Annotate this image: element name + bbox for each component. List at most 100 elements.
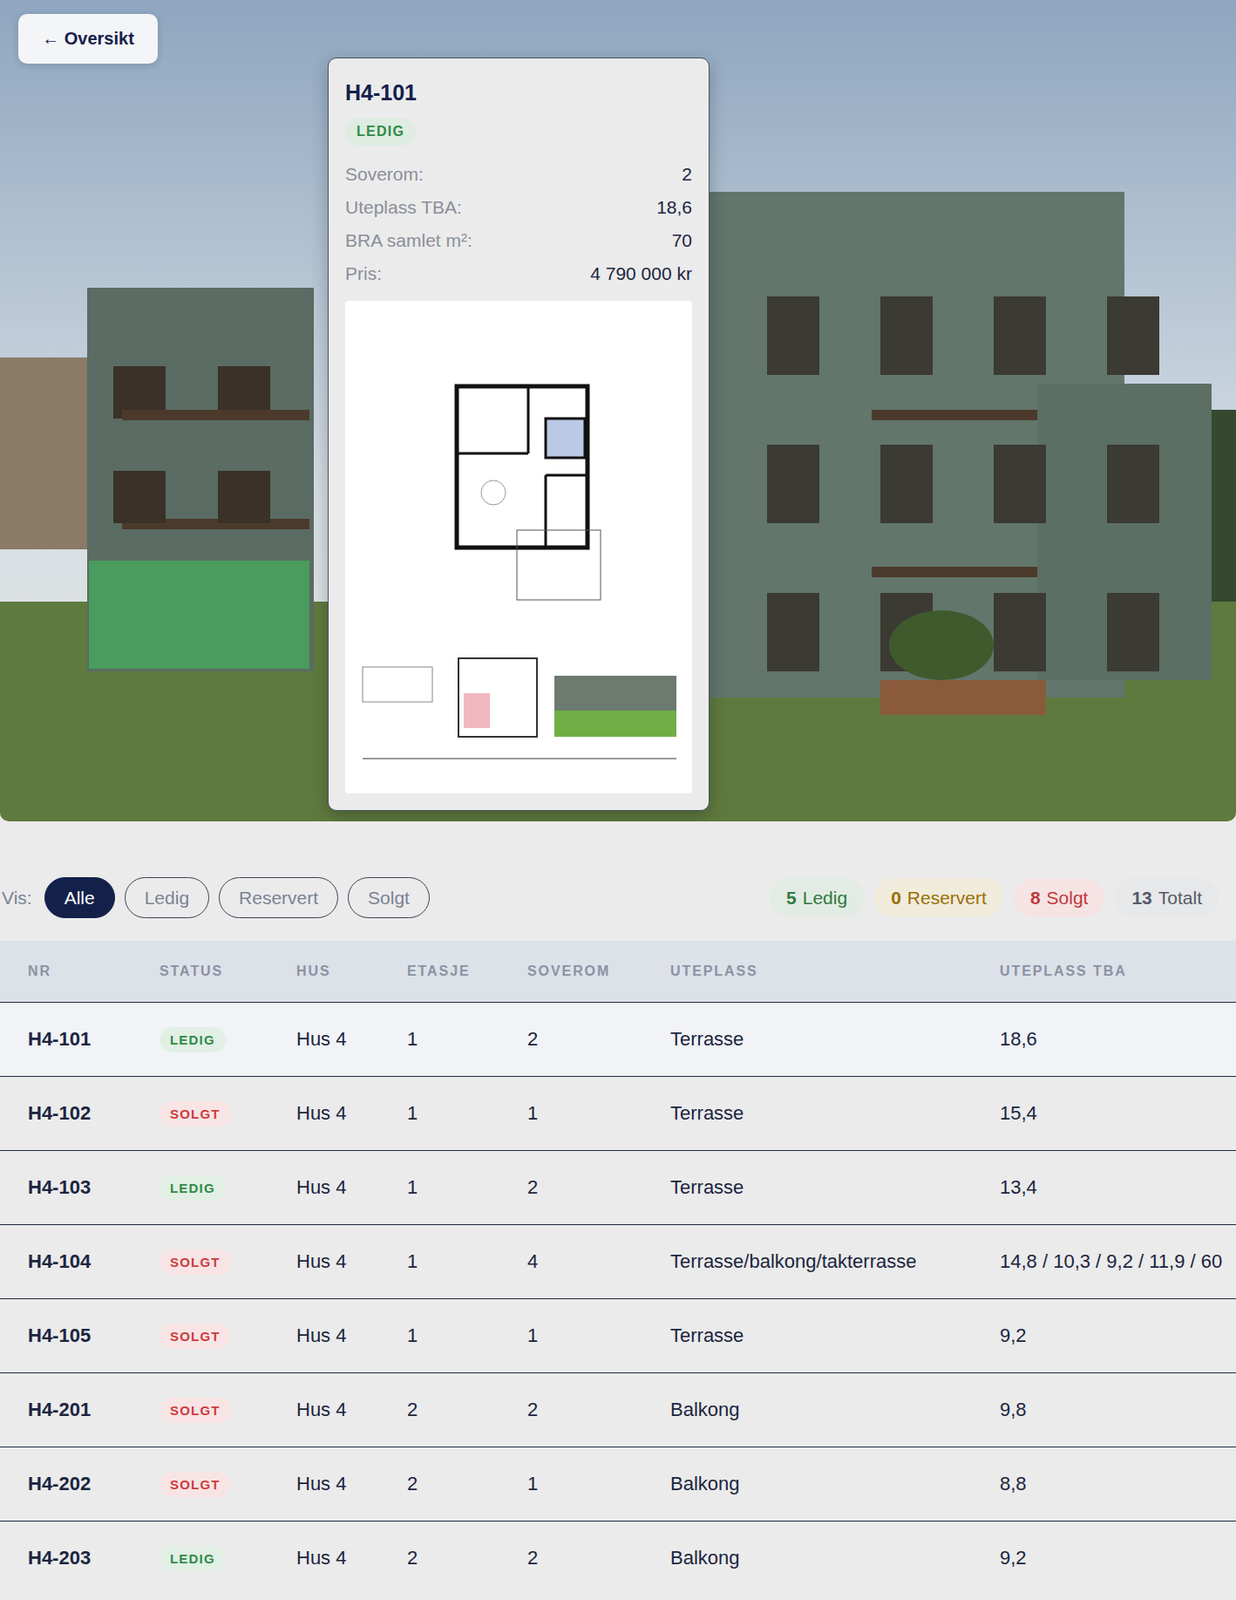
cell-hus: Hus 4 (296, 1175, 408, 1199)
floor-plan-drawing (345, 300, 693, 794)
filter-button[interactable]: Alle (44, 876, 116, 918)
count-chip: 8 Solgt (1013, 877, 1106, 917)
cell-hus: Hus 4 (296, 1472, 408, 1495)
cell-uteplass-tba: 9,2 (999, 1546, 1236, 1569)
table-row[interactable]: H4-103 LEDIG Hus 4 1 2 Terrasse 13,4 (0, 1149, 1236, 1224)
field-value: 70 (672, 230, 693, 252)
count-chip: 0 Reservert (874, 877, 1004, 917)
filter-button[interactable]: Solgt (347, 876, 430, 918)
cell-uteplass-tba: 15,4 (999, 1101, 1236, 1125)
unit-highlight[interactable] (88, 560, 310, 669)
cell-hus: Hus 4 (296, 1398, 408, 1421)
cell-uteplass-tba: 14,8 / 10,3 / 9,2 / 11,9 / 60 (999, 1249, 1236, 1273)
cell-status: LEDIG (159, 1174, 297, 1201)
cell-status: SOLGT (159, 1471, 297, 1497)
cell-etasje: 2 (407, 1472, 528, 1495)
table-row[interactable]: H4-105 SOLGT Hus 4 1 1 Terrasse 9,2 (0, 1297, 1236, 1372)
cell-nr: H4-101 (0, 1027, 160, 1051)
status-counts: 5 Ledig0 Reservert8 Solgt13 Totalt (769, 877, 1219, 917)
filter-label: Vis: (1, 887, 33, 909)
column-header[interactable]: ETASJE (407, 963, 528, 979)
column-header[interactable]: SOVEROM (527, 963, 671, 979)
cell-status: SOLGT (159, 1397, 297, 1423)
cell-uteplass-tba: 13,4 (999, 1175, 1236, 1199)
cell-hus: Hus 4 (296, 1249, 408, 1273)
cell-uteplass-tba: 8,8 (999, 1472, 1236, 1495)
field-label: Pris: (345, 263, 382, 285)
cell-status: LEDIG (159, 1545, 297, 1571)
cell-soverom: 2 (527, 1398, 671, 1421)
cell-uteplass: Balkong (670, 1398, 1000, 1421)
column-header[interactable]: UTEPLASS (670, 963, 1000, 979)
column-header[interactable]: UTEPLASS TBA (999, 963, 1236, 979)
table-row[interactable]: H4-101 LEDIG Hus 4 1 2 Terrasse 18,6 (0, 1001, 1236, 1076)
cell-etasje: 2 (407, 1398, 528, 1421)
field-label: Uteplass TBA: (345, 196, 462, 218)
count-label: Reservert (907, 887, 987, 909)
column-header[interactable]: NR (0, 963, 160, 979)
status-badge: SOLGT (159, 1249, 231, 1275)
cell-nr: H4-103 (0, 1175, 160, 1199)
table-row[interactable]: H4-104 SOLGT Hus 4 1 4 Terrasse/balkong/… (0, 1223, 1236, 1298)
cell-hus: Hus 4 (296, 1101, 408, 1125)
floor-plan (345, 300, 693, 794)
cell-uteplass: Balkong (670, 1472, 1000, 1495)
cell-uteplass: Terrasse (670, 1027, 1000, 1051)
table-row[interactable]: H4-203 LEDIG Hus 4 2 2 Balkong 9,2 (0, 1520, 1236, 1595)
status-badge: LEDIG (159, 1174, 226, 1201)
count-chip: 5 Ledig (769, 877, 864, 917)
cell-nr: H4-105 (0, 1324, 160, 1347)
filter-button[interactable]: Reservert (218, 876, 339, 918)
filter-button[interactable]: Ledig (124, 876, 210, 918)
cell-soverom: 2 (527, 1027, 671, 1051)
popup-field: BRA samlet m²: 70 (345, 224, 693, 258)
cell-nr: H4-203 (0, 1546, 160, 1569)
cell-soverom: 2 (527, 1175, 671, 1199)
hero: ← Oversikt H4-101 LEDIG Soverom: 2Utepla… (0, 0, 1236, 822)
cell-uteplass: Terrasse (670, 1101, 1000, 1125)
cell-hus: Hus 4 (296, 1546, 408, 1569)
cell-soverom: 1 (527, 1101, 671, 1125)
status-badge: SOLGT (159, 1323, 231, 1349)
cell-status: LEDIG (159, 1026, 297, 1053)
cell-soverom: 2 (527, 1546, 671, 1569)
status-badge: LEDIG (159, 1026, 226, 1053)
status-badge: LEDIG (159, 1545, 226, 1571)
column-header[interactable]: HUS (296, 963, 408, 979)
popup-field: Uteplass TBA: 18,6 (345, 190, 693, 225)
popup-fields: Soverom: 2Uteplass TBA: 18,6BRA samlet m… (345, 157, 693, 291)
filter-bar: Vis: AlleLedigReservertSolgt 5 Ledig0 Re… (0, 876, 1236, 918)
cell-soverom: 4 (527, 1249, 671, 1273)
popup-title: H4-101 (345, 80, 693, 106)
cell-soverom: 1 (527, 1324, 671, 1347)
table-row[interactable]: H4-202 SOLGT Hus 4 2 1 Balkong 8,8 (0, 1446, 1236, 1521)
back-button[interactable]: ← Oversikt (18, 13, 158, 64)
count-number: 5 (786, 887, 797, 909)
count-label: Solgt (1046, 887, 1089, 909)
field-value: 4 790 000 kr (590, 263, 693, 285)
cell-nr: H4-202 (0, 1472, 160, 1495)
table-header: NRSTATUSHUSETASJESOVEROMUTEPLASSUTEPLASS… (0, 940, 1236, 1002)
page: ← Oversikt H4-101 LEDIG Soverom: 2Utepla… (0, 0, 1236, 1600)
cell-uteplass: Terrasse (670, 1175, 1000, 1199)
table-row[interactable]: H4-102 SOLGT Hus 4 1 1 Terrasse 15,4 (0, 1075, 1236, 1150)
cell-uteplass: Terrasse (670, 1324, 1000, 1347)
unit-popup: H4-101 LEDIG Soverom: 2Uteplass TBA: 18,… (327, 57, 710, 811)
count-number: 0 (890, 887, 902, 909)
popup-field: Pris: 4 790 000 kr (345, 257, 693, 291)
cell-uteplass-tba: 9,2 (999, 1324, 1236, 1347)
cell-hus: Hus 4 (296, 1324, 408, 1347)
units-table: NRSTATUSHUSETASJESOVEROMUTEPLASSUTEPLASS… (0, 940, 1236, 1595)
table-row[interactable]: H4-201 SOLGT Hus 4 2 2 Balkong 9,8 (0, 1371, 1236, 1447)
count-number: 13 (1131, 887, 1152, 909)
cell-etasje: 1 (407, 1249, 528, 1273)
cell-uteplass: Balkong (670, 1546, 1000, 1569)
status-badge: SOLGT (159, 1397, 231, 1423)
cell-etasje: 1 (407, 1175, 528, 1199)
cell-nr: H4-104 (0, 1249, 160, 1273)
cell-uteplass-tba: 9,8 (999, 1398, 1236, 1421)
popup-field: Soverom: 2 (345, 157, 693, 191)
count-chip: 13 Totalt (1114, 877, 1219, 917)
column-header[interactable]: STATUS (159, 963, 297, 979)
cell-etasje: 1 (407, 1324, 528, 1347)
